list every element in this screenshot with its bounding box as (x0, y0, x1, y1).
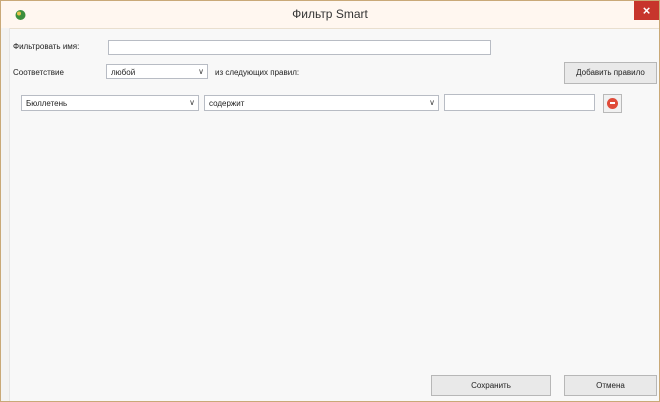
rule-value-input[interactable] (444, 94, 595, 111)
chevron-down-icon: ∨ (198, 67, 204, 76)
window-title: Фильтр Smart (292, 7, 368, 21)
smart-filter-dialog: Фильтр Smart × Фильтровать имя: Соответс… (0, 0, 660, 402)
chevron-down-icon: ∨ (189, 98, 195, 107)
close-button[interactable]: × (634, 1, 659, 20)
minus-circle-icon (607, 98, 618, 109)
rule-field-select[interactable]: Бюллетень ∨ (21, 95, 199, 111)
rule-operator-value: содержит (209, 99, 245, 108)
title-bar[interactable]: Фильтр Smart × (1, 1, 659, 29)
rule-operator-select[interactable]: содержит ∨ (204, 95, 439, 111)
close-icon: × (642, 3, 651, 18)
left-panel-edge (1, 28, 10, 401)
filter-name-input[interactable] (108, 40, 491, 55)
chevron-down-icon: ∨ (429, 98, 435, 107)
match-select[interactable]: любой ∨ (106, 64, 208, 79)
add-rule-button[interactable]: Добавить правило (564, 62, 657, 84)
match-selected-value: любой (111, 68, 136, 77)
save-button[interactable]: Сохранить (431, 375, 551, 396)
match-suffix-text: из следующих правил: (215, 68, 300, 77)
match-label: Соответствие (13, 68, 64, 77)
remove-rule-button[interactable] (603, 94, 622, 113)
rule-field-value: Бюллетень (26, 99, 68, 108)
cancel-button[interactable]: Отмена (564, 375, 657, 396)
filter-name-label: Фильтровать имя: (13, 42, 80, 51)
